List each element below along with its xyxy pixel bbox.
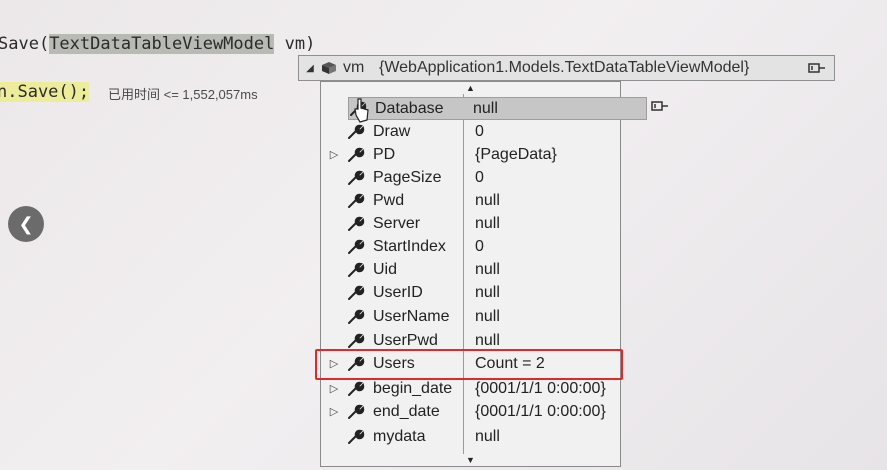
member-name: UserPwd [373, 331, 438, 349]
property-wrench-icon [347, 169, 369, 187]
expand-triangle-icon[interactable]: ▷ [321, 148, 347, 161]
member-row-startindex[interactable]: StartIndex 0 [321, 235, 620, 258]
member-value[interactable]: 0 [467, 238, 484, 256]
member-row-userid[interactable]: UserID null [321, 281, 620, 304]
scroll-down-arrow-icon[interactable]: ▼ [321, 454, 620, 466]
member-value[interactable]: {0001/1/1 0:00:00} [467, 380, 606, 398]
member-row-begin-date[interactable]: ▷ begin_date {0001/1/1 0:00:00} [321, 377, 620, 400]
member-row-server[interactable]: Server null [321, 212, 620, 235]
mouse-cursor-icon [354, 98, 369, 123]
property-wrench-icon [347, 146, 369, 164]
property-wrench-icon [347, 261, 369, 279]
property-wrench-icon [347, 238, 369, 256]
property-wrench-icon [347, 284, 369, 302]
member-name: UserID [373, 283, 423, 301]
back-button[interactable]: ❮ [8, 206, 44, 242]
chevron-left-icon: ❮ [18, 213, 34, 234]
variable-name: vm [343, 59, 365, 76]
member-value[interactable]: 0 [467, 169, 484, 187]
code-text: vm) [274, 34, 316, 54]
users-highlight-box [315, 349, 623, 380]
member-value[interactable]: null [467, 215, 500, 233]
object-icon [322, 62, 336, 74]
member-value[interactable]: null [467, 428, 500, 446]
member-row-uid[interactable]: Uid null [321, 258, 620, 281]
member-name: PD [373, 145, 396, 163]
member-name: mydata [373, 427, 426, 445]
member-value[interactable]: null [465, 100, 498, 118]
member-value[interactable]: null [467, 192, 500, 210]
property-wrench-icon [347, 428, 369, 446]
property-wrench-icon [347, 380, 369, 398]
code-line-current-statement: n.Save(); [0, 82, 90, 102]
member-row-pwd[interactable]: Pwd null [321, 189, 620, 212]
code-text: Save( [0, 34, 50, 54]
member-value[interactable]: null [467, 284, 500, 302]
member-value[interactable]: {0001/1/1 0:00:00} [467, 403, 606, 421]
member-name: UserName [373, 307, 450, 325]
member-name: end_date [373, 402, 440, 420]
datatip-header[interactable]: ◢ vm {WebApplication1.Models.TextDataTab… [298, 55, 835, 81]
current-statement[interactable]: n.Save(); [0, 82, 90, 102]
member-row-pagesize[interactable]: PageSize 0 [321, 166, 620, 189]
member-row-database[interactable]: Database null [348, 97, 668, 120]
type-name[interactable]: TextDataTableViewModel [49, 34, 275, 54]
expand-triangle-icon[interactable]: ▷ [321, 382, 347, 395]
member-name: StartIndex [373, 237, 446, 255]
member-row-end-date[interactable]: ▷ end_date {0001/1/1 0:00:00} [321, 400, 620, 423]
scroll-up-arrow-icon[interactable]: ▲ [321, 82, 620, 94]
member-value[interactable]: null [467, 332, 500, 350]
member-value[interactable]: null [467, 261, 500, 279]
datatip-members-panel[interactable]: ▲ Database null Draw 0 ▷ PD {PageData} PageSize… [320, 81, 668, 467]
pin-icon[interactable] [808, 62, 826, 74]
property-wrench-icon [347, 215, 369, 233]
member-name: Draw [373, 122, 411, 140]
member-row-mydata[interactable]: mydata null [321, 425, 620, 448]
member-name: Uid [373, 260, 398, 278]
collapse-triangle-icon[interactable]: ◢ [299, 63, 321, 74]
pin-icon[interactable] [651, 100, 669, 112]
property-wrench-icon [347, 192, 369, 210]
property-wrench-icon [347, 308, 369, 326]
property-wrench-icon [347, 123, 369, 141]
member-name: PageSize [373, 168, 442, 186]
member-value[interactable]: 0 [467, 123, 484, 141]
property-wrench-icon [347, 403, 369, 421]
code-line-method-signature: Save(TextDataTableViewModel vm) [0, 34, 315, 54]
member-name: Database [375, 99, 444, 117]
member-value[interactable]: null [467, 308, 500, 326]
property-wrench-icon [347, 332, 369, 350]
member-row-username[interactable]: UserName null [321, 305, 620, 328]
elapsed-time-label: 已用时间 <= 1,552,057ms [108, 87, 258, 102]
member-name: Pwd [373, 191, 405, 209]
member-name: Server [373, 214, 421, 232]
member-value[interactable]: {PageData} [467, 146, 557, 164]
member-row-pd[interactable]: ▷ PD {PageData} [321, 143, 620, 166]
expand-triangle-icon[interactable]: ▷ [321, 405, 347, 418]
variable-value: {WebApplication1.Models.TextDataTableVie… [379, 59, 750, 76]
member-name: begin_date [373, 379, 453, 397]
